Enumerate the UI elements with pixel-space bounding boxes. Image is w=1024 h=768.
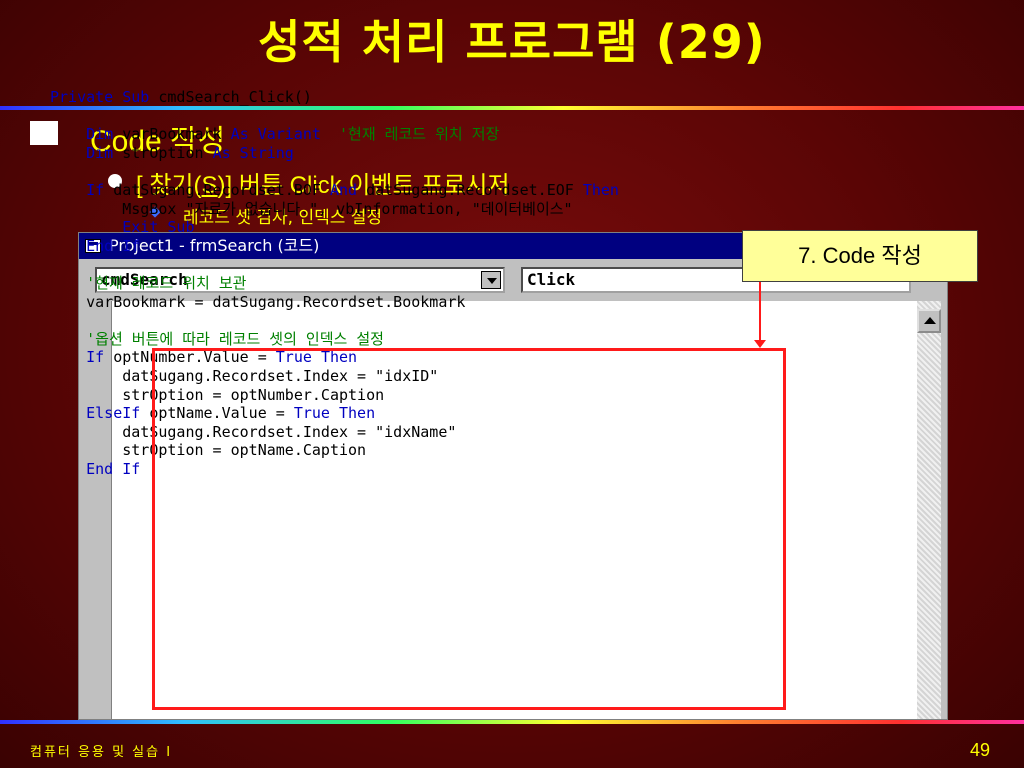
code-text[interactable]: Private Sub cmdSearch_Click() Dim varBoo… [50,88,619,478]
footer-divider [0,720,1024,724]
page-number: 49 [969,740,990,760]
vertical-scrollbar[interactable] [917,301,941,719]
slide-title: 성적 처리 프로그램 (29) [258,15,766,69]
scroll-up-icon[interactable] [917,309,941,333]
footer-text: 컴퓨터 응용 및 실습 I [30,745,173,760]
callout-label: 7. Code 작성 [742,230,978,282]
